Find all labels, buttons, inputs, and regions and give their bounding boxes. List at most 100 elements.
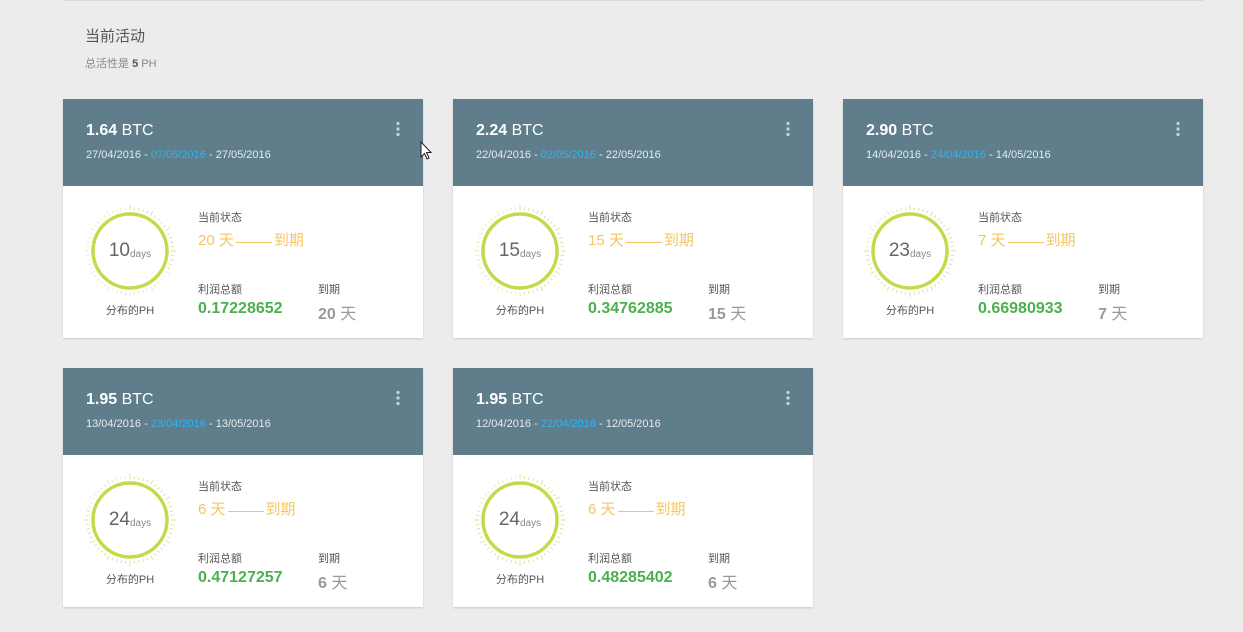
ring-days-value: 15 (498, 240, 520, 261)
status-blank (625, 242, 662, 243)
section-title: 当前活动 (85, 28, 146, 45)
btc-amount-value: 2.24 (476, 122, 508, 139)
status-expire-suffix: 到期 (265, 501, 296, 518)
total-activity-value: 5 (132, 58, 139, 70)
card-body: 24 days 分布的PH 当前状态 6 天到期 利润总额 0.47127257 到期 6 天 (63, 455, 423, 607)
ring-days-value: 24 (108, 509, 130, 530)
expire-day-unit: 天 (331, 575, 348, 592)
status-label: 当前状态 (978, 212, 1022, 224)
profit-label: 利润总额 (978, 284, 1022, 296)
ring-text: 15 days (473, 204, 567, 298)
section-header: 当前活动 总活性是 5 PH (85, 28, 157, 71)
status-days: 7 (978, 232, 987, 249)
date-separator: - (208, 418, 213, 430)
mid-date: 07/05/2016 (150, 149, 206, 161)
card-body: 10 days 分布的PH 当前状态 20 天到期 利润总额 0.17228652 到期 20 … (63, 186, 423, 338)
ring-days-value: 10 (108, 240, 130, 261)
mouse-cursor-icon (420, 141, 433, 160)
more-vert-icon[interactable] (393, 390, 403, 406)
card-header: 2.90 BTC 14/04/2016 - 24/04/2016 - 14/05/… (843, 99, 1203, 186)
expire-days: 20 (318, 306, 336, 323)
days-ring: 23 days (863, 204, 957, 298)
more-vert-icon[interactable] (1173, 121, 1183, 137)
btc-unit: BTC (901, 122, 934, 139)
date-separator: - (988, 149, 993, 161)
ring-caption: 分布的PH (105, 574, 155, 586)
btc-unit: BTC (511, 122, 544, 139)
card-header: 1.95 BTC 13/04/2016 - 23/04/2016 - 13/05/… (63, 368, 423, 455)
expire-day-unit: 天 (1111, 306, 1128, 323)
start-date: 14/04/2016 (866, 149, 922, 161)
date-range: 27/04/2016 - 07/05/2016 - 27/05/2016 (86, 149, 271, 161)
start-date: 27/04/2016 (86, 149, 142, 161)
expire-day-unit: 天 (721, 575, 738, 592)
expire-days: 6 (708, 575, 717, 592)
days-ring: 24 days (473, 473, 567, 567)
btc-unit: BTC (121, 122, 154, 139)
ring-days-unit: days (520, 248, 542, 260)
end-date: 22/05/2016 (605, 149, 661, 161)
card-body: 24 days 分布的PH 当前状态 6 天到期 利润总额 0.48285402 到期 6 天 (453, 455, 813, 607)
ring-caption: 分布的PH (495, 574, 545, 586)
profit-value: 0.34762885 (588, 300, 673, 317)
mid-date: 22/04/2016 (540, 418, 596, 430)
expire-value: 7 天 (1098, 300, 1127, 324)
date-separator: - (208, 149, 213, 161)
btc-amount: 1.95 BTC (86, 390, 154, 410)
ring-caption: 分布的PH (105, 305, 155, 317)
btc-unit: BTC (121, 391, 154, 408)
card-body: 23 days 分布的PH 当前状态 7 天到期 利润总额 0.66980933 到期 7 天 (843, 186, 1203, 338)
date-range: 14/04/2016 - 24/04/2016 - 14/05/2016 (866, 149, 1051, 161)
status-label: 当前状态 (588, 212, 632, 224)
total-activity: 总活性是 5 PH (85, 55, 157, 71)
end-date: 12/05/2016 (605, 418, 661, 430)
ring-days-unit: days (130, 248, 152, 260)
ring-text: 10 days (83, 204, 177, 298)
expire-day-unit: 天 (340, 306, 357, 323)
status-days: 20 (198, 232, 215, 249)
expire-day-unit: 天 (730, 306, 747, 323)
status-days: 6 (198, 501, 207, 518)
ring-caption: 分布的PH (495, 305, 545, 317)
status-expire-suffix: 到期 (1045, 232, 1076, 249)
btc-amount: 2.90 BTC (866, 121, 934, 141)
btc-amount-value: 1.95 (476, 391, 508, 408)
ring-text: 24 days (83, 473, 177, 567)
profit-value: 0.66980933 (978, 300, 1063, 317)
date-range: 12/04/2016 - 22/04/2016 - 12/05/2016 (476, 418, 661, 430)
total-activity-unit: PH (141, 58, 157, 70)
date-separator: - (534, 149, 538, 161)
more-vert-icon[interactable] (783, 390, 793, 406)
card-header: 2.24 BTC 22/04/2016 - 02/05/2016 - 22/05/… (453, 99, 813, 186)
status-day-unit: 天 (990, 232, 1006, 249)
days-ring: 10 days (83, 204, 177, 298)
end-date: 14/05/2016 (995, 149, 1051, 161)
expire-label: 到期 (318, 553, 340, 565)
date-separator: - (598, 149, 603, 161)
expire-label: 到期 (318, 284, 340, 296)
status-day-unit: 天 (210, 501, 226, 518)
expire-value: 6 天 (708, 569, 737, 593)
profit-value: 0.48285402 (588, 569, 673, 586)
more-vert-icon[interactable] (393, 121, 403, 137)
profit-value: 0.47127257 (198, 569, 283, 586)
btc-amount-value: 2.90 (866, 122, 898, 139)
btc-amount: 1.95 BTC (476, 390, 544, 410)
status-value: 20 天 到期 (198, 229, 304, 250)
status-blank (617, 511, 654, 512)
profit-label: 利润总额 (198, 284, 242, 296)
top-divider (63, 0, 1203, 1)
end-date: 13/05/2016 (215, 418, 271, 430)
card-header: 1.95 BTC 12/04/2016 - 22/04/2016 - 12/05/… (453, 368, 813, 455)
ring-days-unit: days (520, 517, 542, 529)
date-separator: - (144, 149, 148, 161)
card-header: 1.64 BTC 27/04/2016 - 07/05/2016 - 27/05/… (63, 99, 423, 186)
btc-amount-value: 1.95 (86, 391, 118, 408)
status-label: 当前状态 (198, 481, 242, 493)
card-body: 15 days 分布的PH 当前状态 15 天到期 利润总额 0.34762885 到期 15 … (453, 186, 813, 338)
contract-card: 2.24 BTC 22/04/2016 - 02/05/2016 - 22/05/… (453, 99, 813, 338)
ring-days-value: 24 (498, 509, 520, 530)
more-vert-icon[interactable] (783, 121, 793, 137)
start-date: 12/04/2016 (476, 418, 532, 430)
date-range: 22/04/2016 - 02/05/2016 - 22/05/2016 (476, 149, 661, 161)
